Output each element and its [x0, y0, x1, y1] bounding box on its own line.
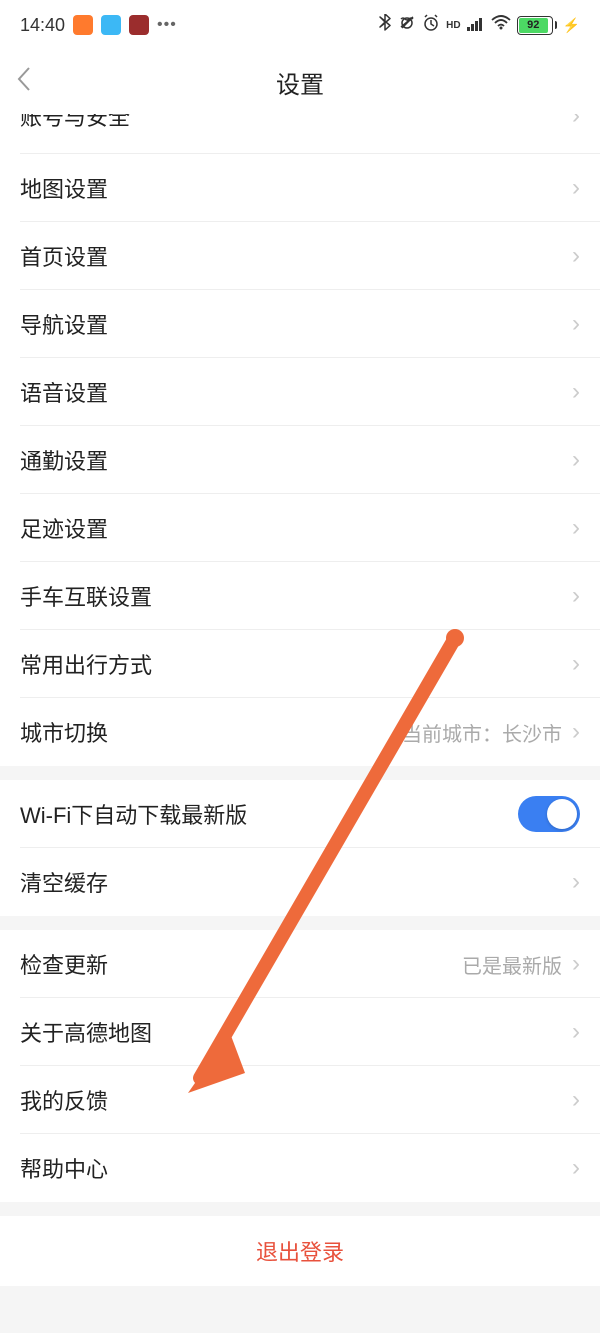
item-value: 当前城市：长沙市: [402, 718, 562, 747]
list-item-account-security[interactable]: 账号与安全 ›: [0, 114, 600, 154]
chevron-right-icon: ›: [572, 174, 580, 202]
list-item-help[interactable]: 帮助中心 ›: [0, 1134, 600, 1202]
logout-button[interactable]: 退出登录: [0, 1216, 600, 1286]
item-label: 常用出行方式: [20, 648, 152, 680]
wifi-icon: [491, 15, 511, 36]
item-label: 地图设置: [20, 172, 108, 204]
chevron-right-icon: ›: [572, 514, 580, 542]
list-item-about[interactable]: 关于高德地图 ›: [0, 998, 600, 1066]
logout-label: 退出登录: [256, 1235, 344, 1267]
chevron-right-icon: ›: [572, 582, 580, 610]
item-label: 清空缓存: [20, 866, 108, 898]
list-item-footprint-settings[interactable]: 足迹设置 ›: [0, 494, 600, 562]
item-value: 已是最新版: [462, 950, 562, 979]
item-label: 城市切换: [20, 716, 108, 748]
wifi-download-toggle[interactable]: [518, 796, 580, 832]
battery-icon: 92: [517, 16, 557, 35]
list-item-wifi-download[interactable]: Wi-Fi下自动下载最新版: [0, 780, 600, 848]
chevron-right-icon: ›: [572, 1154, 580, 1182]
charging-icon: ⚡: [563, 17, 580, 34]
chevron-right-icon: ›: [572, 868, 580, 896]
item-label: 手车互联设置: [20, 580, 152, 612]
item-label: 通勤设置: [20, 444, 108, 476]
chevron-right-icon: ›: [572, 650, 580, 678]
list-item-city-switch[interactable]: 城市切换 当前城市：长沙市 ›: [0, 698, 600, 766]
item-label: 导航设置: [20, 308, 108, 340]
list-item-voice-settings[interactable]: 语音设置 ›: [0, 358, 600, 426]
item-label: 首页设置: [20, 240, 108, 272]
chevron-right-icon: ›: [572, 446, 580, 474]
list-item-travel-mode[interactable]: 常用出行方式 ›: [0, 630, 600, 698]
chevron-right-icon: ›: [572, 718, 580, 746]
toggle-knob: [547, 799, 577, 829]
item-label: 语音设置: [20, 376, 108, 408]
chevron-right-icon: ›: [572, 378, 580, 406]
nav-bar: 设置: [0, 50, 600, 114]
status-time: 14:40: [20, 15, 65, 36]
page-title: 设置: [276, 65, 324, 100]
status-left: 14:40 •••: [20, 15, 177, 36]
list-item-map-settings[interactable]: 地图设置 ›: [0, 154, 600, 222]
list-item-feedback[interactable]: 我的反馈 ›: [0, 1066, 600, 1134]
hd-label: HD: [446, 20, 460, 31]
chevron-right-icon: ›: [572, 950, 580, 978]
app-icon-1: [73, 15, 93, 35]
alarm-icon: [422, 14, 440, 37]
settings-section-2: Wi-Fi下自动下载最新版 清空缓存 ›: [0, 780, 600, 916]
list-item-commute-settings[interactable]: 通勤设置 ›: [0, 426, 600, 494]
item-label: Wi-Fi下自动下载最新版: [20, 798, 247, 830]
list-item-clear-cache[interactable]: 清空缓存 ›: [0, 848, 600, 916]
app-icon-3: [129, 15, 149, 35]
more-dots-icon: •••: [157, 16, 177, 34]
status-bar: 14:40 ••• HD 92 ⚡: [0, 0, 600, 50]
item-label: 帮助中心: [20, 1152, 108, 1184]
vibrate-icon: [398, 14, 416, 37]
list-item-navigation-settings[interactable]: 导航设置 ›: [0, 290, 600, 358]
item-label: 账号与安全: [20, 114, 130, 132]
item-label: 足迹设置: [20, 512, 108, 544]
list-item-car-connect-settings[interactable]: 手车互联设置 ›: [0, 562, 600, 630]
chevron-right-icon: ›: [572, 114, 580, 130]
settings-section-1: 账号与安全 › 地图设置 › 首页设置 › 导航设置 › 语音设置 › 通勤设置…: [0, 114, 600, 766]
list-item-check-update[interactable]: 检查更新 已是最新版 ›: [0, 930, 600, 998]
item-label: 检查更新: [20, 948, 108, 980]
chevron-right-icon: ›: [572, 1086, 580, 1114]
settings-section-3: 检查更新 已是最新版 › 关于高德地图 › 我的反馈 › 帮助中心 ›: [0, 930, 600, 1202]
app-icon-2: [101, 15, 121, 35]
status-right: HD 92 ⚡: [378, 14, 580, 37]
chevron-right-icon: ›: [572, 310, 580, 338]
signal-icon: [467, 15, 485, 36]
item-label: 我的反馈: [20, 1084, 108, 1116]
list-item-home-settings[interactable]: 首页设置 ›: [0, 222, 600, 290]
chevron-right-icon: ›: [572, 1018, 580, 1046]
back-button[interactable]: [16, 66, 32, 99]
bluetooth-icon: [378, 14, 392, 37]
chevron-right-icon: ›: [572, 242, 580, 270]
item-label: 关于高德地图: [20, 1016, 152, 1048]
